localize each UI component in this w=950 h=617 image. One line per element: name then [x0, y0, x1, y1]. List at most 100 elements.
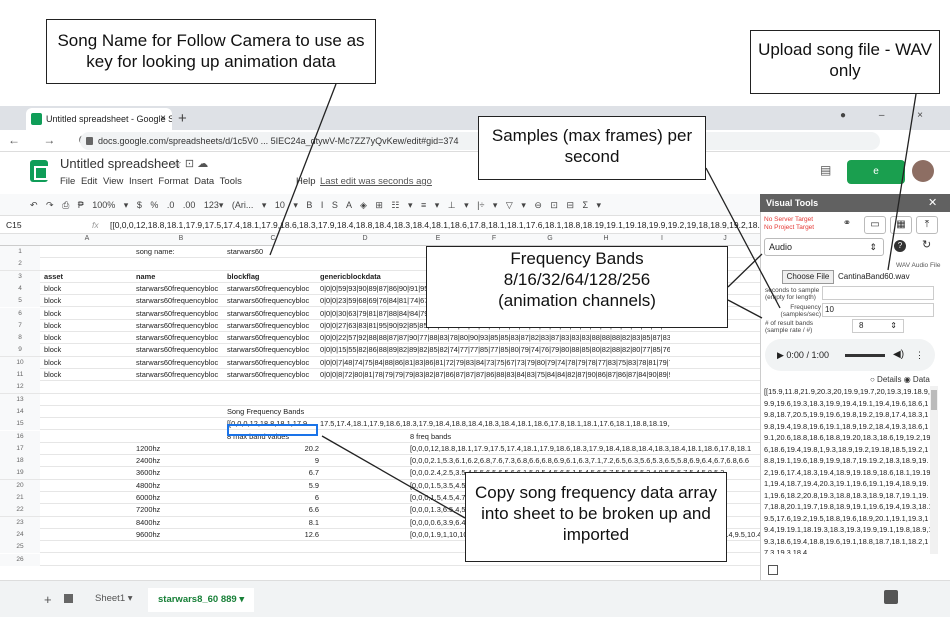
grid-cell[interactable]: asset: [44, 271, 134, 283]
panel-close-icon[interactable]: ✕: [928, 194, 937, 212]
seconds-input[interactable]: [822, 286, 934, 300]
format-toolbar[interactable]: ↶ ↷ ⎙ ₱ 100% ▾ $ % .0 .00 123▾ (Ari... ▾…: [0, 194, 760, 216]
help-icon[interactable]: ?: [894, 240, 906, 252]
grid-cell[interactable]: 5.9: [227, 480, 319, 492]
doc-title[interactable]: Untitled spreadsheet: [60, 156, 179, 171]
grid-cell[interactable]: block: [44, 332, 134, 344]
sheets-logo-icon[interactable]: [30, 160, 48, 182]
volume-icon[interactable]: ◀): [893, 339, 904, 371]
grid-cell[interactable]: 0|0|0|7|48|74|75|84|88|86|81|83|86|81|72…: [320, 357, 670, 369]
grid-cell[interactable]: 8.1: [227, 517, 319, 529]
star-folder-cloud-icons[interactable]: ☆ ⊡ ☁: [172, 157, 208, 170]
grid-cell[interactable]: name: [136, 271, 226, 283]
details-data-toggle[interactable]: ○ Details ◉ Data: [870, 375, 930, 384]
explore-icon[interactable]: [884, 590, 898, 604]
grid-cell[interactable]: 0|0|0|15|55|82|86|88|89|82|89|82|85|82|7…: [320, 344, 670, 356]
refresh-icon[interactable]: ↻: [922, 238, 931, 251]
grid-cell[interactable]: [0,0,0,12,18.8,18.1,17.9,17.5,17.4,18.1,…: [410, 443, 760, 455]
grid-cell[interactable]: starwars60frequencybloc: [227, 295, 319, 307]
grid-cell[interactable]: 6.6: [227, 504, 319, 516]
grid-cell[interactable]: 9: [227, 455, 319, 467]
grid-cell[interactable]: 0|0|0|59|93|90|89|87|86|90|8: [320, 283, 410, 295]
browser-tab[interactable]: Untitled spreadsheet - Google Sh ×: [26, 108, 172, 130]
grid-cell[interactable]: 17.5,17.4,18.1,17.9,18.6,18.3,17.9,18.4,…: [320, 418, 670, 430]
grid-cell[interactable]: starwars60frequencybloc: [227, 332, 319, 344]
grid-cell[interactable]: block: [44, 369, 134, 381]
grid-cell[interactable]: block: [44, 283, 134, 295]
grid-cell[interactable]: block: [44, 357, 134, 369]
cell-reference[interactable]: C15: [6, 216, 22, 233]
player-time[interactable]: ▶ 0:00 / 1:00: [777, 350, 829, 360]
share-button[interactable]: e: [847, 160, 905, 184]
grid-cell[interactable]: starwars60frequencybloc: [136, 369, 226, 381]
grid-cell[interactable]: 0|0|0|23|59|68|69|76|84|81|7: [320, 295, 410, 307]
grid-cell[interactable]: 12.6: [227, 529, 319, 541]
grid-cell[interactable]: 2400hz: [136, 455, 226, 467]
frequency-input[interactable]: 10: [822, 303, 934, 317]
grid-cell[interactable]: starwars60frequencybloc: [227, 369, 319, 381]
bands-select[interactable]: 8 ⇕: [852, 319, 904, 333]
grid-cell[interactable]: 20.2: [227, 443, 319, 455]
menu-bar[interactable]: File Edit View Insert Format Data Tools: [60, 176, 242, 187]
grid-cell[interactable]: starwars60frequencybloc: [136, 320, 226, 332]
grid-cell[interactable]: 4800hz: [136, 480, 226, 492]
grid-cell[interactable]: starwars60frequencybloc: [227, 283, 319, 295]
grid-cell[interactable]: 6: [227, 492, 319, 504]
column-header[interactable]: F: [466, 235, 522, 242]
column-header[interactable]: D: [320, 235, 410, 242]
all-sheets-icon[interactable]: [64, 594, 73, 603]
choose-file-button[interactable]: Choose File: [782, 270, 834, 284]
column-header[interactable]: C: [227, 235, 319, 242]
grid-cell[interactable]: 7200hz: [136, 504, 226, 516]
column-header[interactable]: J: [690, 235, 760, 242]
copy-icon[interactable]: [768, 565, 778, 575]
selected-cell-c15[interactable]: [227, 424, 318, 436]
grid-cell[interactable]: block: [44, 295, 134, 307]
sheet-tab-active[interactable]: starwars8_60 889 ▾: [148, 588, 255, 612]
grid-cell[interactable]: 8 freq bands: [410, 431, 760, 443]
grid-cell[interactable]: starwars60frequencybloc: [136, 283, 226, 295]
window-icon[interactable]: ▭: [864, 216, 886, 234]
grid-cell[interactable]: block: [44, 320, 134, 332]
formula-input[interactable]: [[0,0,0,12,18.8,18.1,17.9,17.5,17.4,18.1…: [110, 216, 760, 233]
link-icon[interactable]: ⚭: [836, 216, 858, 234]
type-select[interactable]: Audio ⇕: [764, 238, 884, 256]
grid-cell[interactable]: 0|0|0|8|72|80|81|78|79|79|79|83|82|87|86…: [320, 369, 670, 381]
comment-icon[interactable]: ▤: [820, 163, 831, 177]
column-header[interactable]: H: [578, 235, 634, 242]
grid-cell[interactable]: [0,0,0,2.1,5.3,6.1,6.2,6.8,7.6,7.3,6.8,6…: [410, 455, 760, 467]
grid-cell[interactable]: 6.7: [227, 467, 319, 479]
grid-cell[interactable]: starwars60frequencybloc: [227, 357, 319, 369]
new-tab-button[interactable]: +: [178, 110, 187, 128]
grid-cell[interactable]: starwars60frequencybloc: [136, 357, 226, 369]
audio-player[interactable]: ▶ 0:00 / 1:00 ◀) ⋮: [765, 339, 935, 371]
grid-cell[interactable]: block: [44, 308, 134, 320]
grid-cell[interactable]: starwars60frequencybloc: [136, 308, 226, 320]
data-scroll-thumb[interactable]: [931, 390, 937, 410]
data-scrollbar[interactable]: [930, 386, 938, 554]
pin-icon[interactable]: ⤒: [916, 216, 938, 234]
grid-cell[interactable]: starwars60: [227, 246, 319, 258]
frequency-data-output[interactable]: [[15.9,11.8,21.9,20.3,20,19.9,19.7,20,19…: [764, 386, 934, 554]
grid-cell[interactable]: 3600hz: [136, 467, 226, 479]
grid-cell[interactable]: starwars60frequencybloc: [136, 295, 226, 307]
sheet-tab-sheet1[interactable]: Sheet1 ▾: [95, 593, 133, 604]
window-controls[interactable]: ● – ×: [840, 110, 923, 121]
grid-cell[interactable]: genericblockdata: [320, 271, 410, 283]
column-header[interactable]: G: [522, 235, 578, 242]
column-header[interactable]: B: [136, 235, 226, 242]
grid-cell[interactable]: starwars60frequencybloc: [227, 308, 319, 320]
seek-bar[interactable]: [845, 354, 885, 357]
grid-cell[interactable]: 6000hz: [136, 492, 226, 504]
grid-cell[interactable]: starwars60frequencybloc: [136, 344, 226, 356]
grid-cell[interactable]: song name:: [136, 246, 226, 258]
grid-cell[interactable]: starwars60frequencybloc: [227, 320, 319, 332]
last-edit-link[interactable]: Last edit was seconds ago: [320, 176, 432, 187]
grid-cell[interactable]: 9600hz: [136, 529, 226, 541]
grid-cell[interactable]: 8400hz: [136, 517, 226, 529]
menu-help[interactable]: Help: [296, 176, 316, 187]
grid-cell[interactable]: Song Frequency Bands: [227, 406, 319, 418]
close-tab-icon[interactable]: ×: [160, 108, 166, 130]
grid-cell[interactable]: starwars60frequencybloc: [227, 344, 319, 356]
grid-cell[interactable]: 0|0|0|30|63|79|81|87|88|84|9: [320, 308, 410, 320]
